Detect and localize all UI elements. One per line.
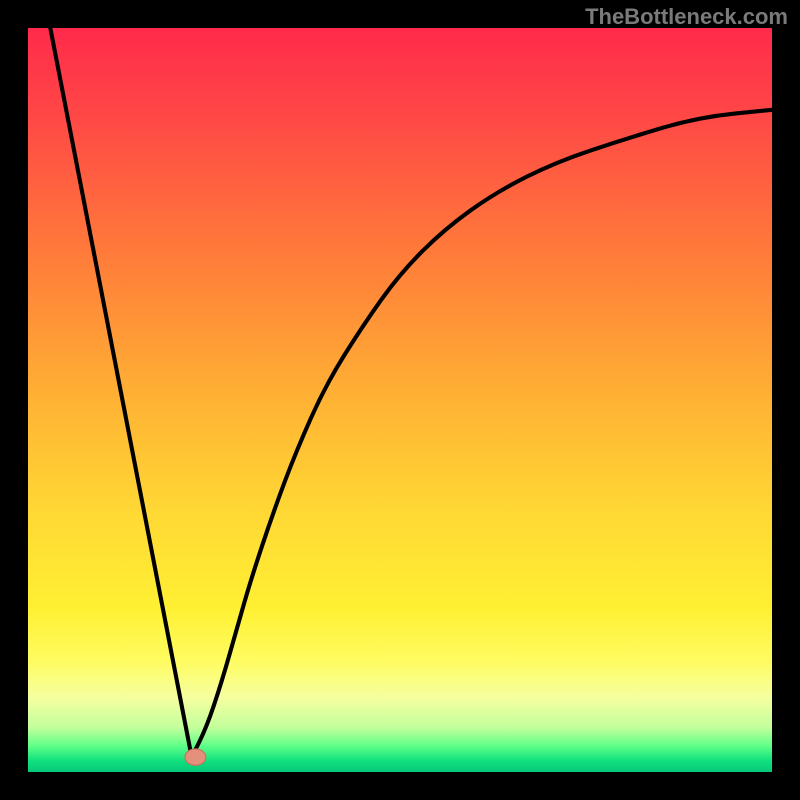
gradient-background [28,28,772,772]
chart-svg [28,28,772,772]
optimal-point-marker [185,749,206,765]
watermark-text: TheBottleneck.com [585,4,788,30]
plot-area [28,28,772,772]
chart-frame: TheBottleneck.com [0,0,800,800]
